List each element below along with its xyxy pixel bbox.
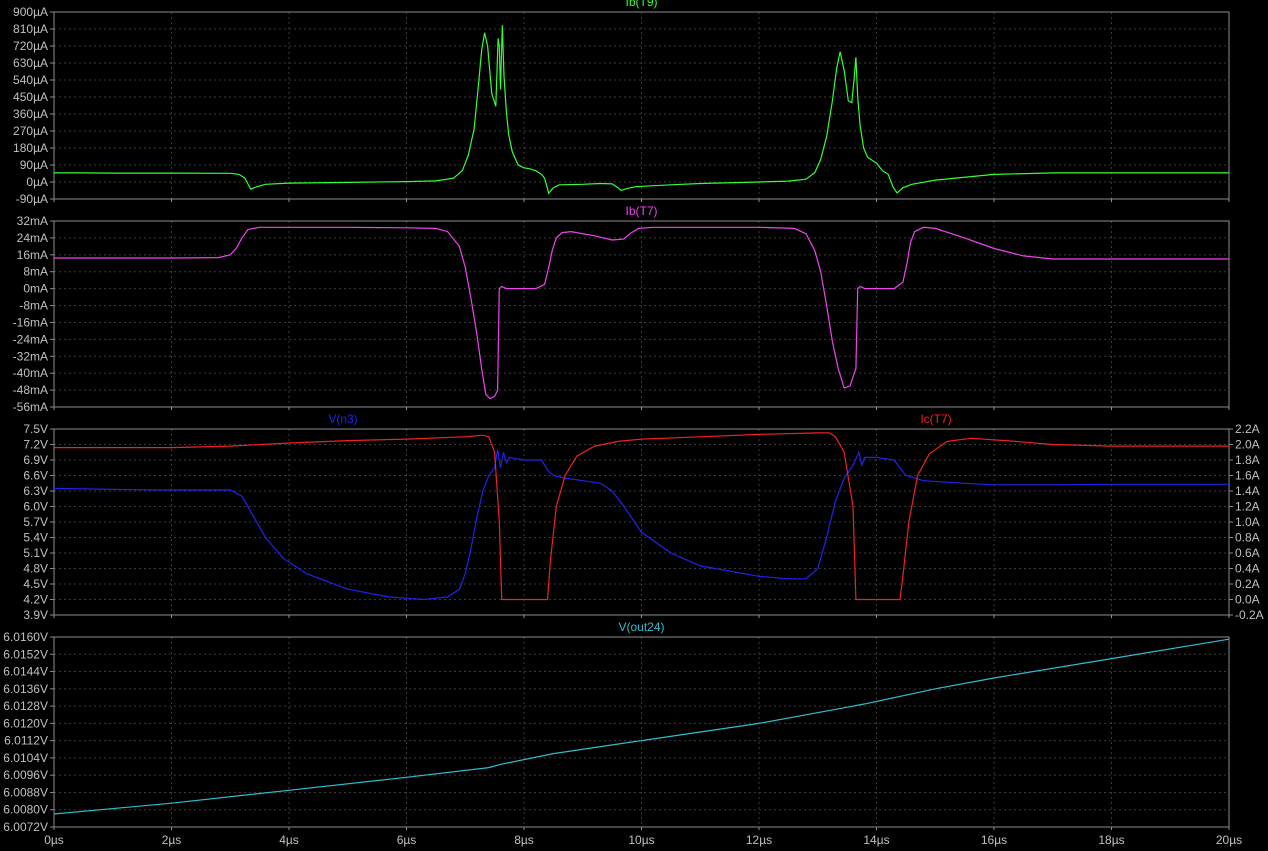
y-tick-label: 90µA (20, 158, 48, 172)
y-tick-label: -48mA (13, 383, 48, 397)
y-tick-label: 900µA (13, 5, 48, 19)
y2-tick-label: 1.8A (1235, 453, 1260, 467)
y-tick-label: 6.0104V (3, 751, 48, 765)
y-tick-label: 24mA (17, 231, 48, 245)
y-tick-label: -56mA (13, 400, 48, 414)
y-tick-label: -90µA (16, 192, 48, 206)
y-tick-label: 5.1V (23, 546, 48, 560)
y-tick-label: 8mA (23, 265, 48, 279)
y-tick-label: -8mA (19, 299, 48, 313)
y-tick-label: 360µA (13, 107, 48, 121)
y-tick-label: 810µA (13, 22, 48, 36)
y-tick-label: 0µA (26, 175, 48, 189)
x-tick-label: 12µs (746, 833, 772, 847)
y2-tick-label: 1.2A (1235, 500, 1260, 514)
waveform-viewer[interactable]: -90µA 0µA 90µA 180µA 270µA 360µA 450µA 540µA 630… (0, 0, 1268, 851)
y-tick-label: -16mA (13, 315, 48, 329)
y-tick-label: -32mA (13, 349, 48, 363)
x-tick-label: 0µs (44, 833, 64, 847)
y-tick-label: 6.0144V (3, 665, 48, 679)
y2-tick-label: 2.2A (1235, 422, 1260, 436)
x-tick-label: 4µs (279, 833, 299, 847)
y-tick-label: 6.3V (23, 484, 48, 498)
y-tick-label: 6.9V (23, 453, 48, 467)
y-tick-label: 6.0112V (4, 734, 48, 748)
y-tick-label: 630µA (13, 56, 48, 70)
trace-title[interactable]: V(out24) (618, 620, 664, 634)
y-tick-label: 270µA (13, 124, 48, 138)
y-tick-label: 6.0152V (3, 647, 48, 661)
x-tick-label: 14µs (863, 833, 889, 847)
y-tick-label: 180µA (13, 141, 48, 155)
y2-tick-label: 0.2A (1235, 577, 1260, 591)
y-tick-label: 5.4V (23, 531, 48, 545)
y-tick-label: 720µA (13, 39, 48, 53)
x-tick-label: 6µs (397, 833, 417, 847)
trace-title[interactable]: Ib(T9) (625, 0, 657, 9)
y-tick-label: -24mA (13, 332, 48, 346)
y-tick-label: 0mA (23, 282, 48, 296)
x-tick-label: 18µs (1098, 833, 1124, 847)
trace-title[interactable]: V(n3) (328, 412, 357, 426)
y-tick-label: 16mA (17, 248, 48, 262)
y2-tick-label: 0.0A (1235, 593, 1260, 607)
y-tick-label: 7.5V (23, 422, 48, 436)
x-tick-label: 10µs (628, 833, 654, 847)
y-tick-label: 540µA (13, 73, 48, 87)
y-tick-label: 5.7V (23, 515, 48, 529)
trace-title[interactable]: Ib(T7) (625, 204, 657, 218)
y2-tick-label: 1.0A (1235, 515, 1260, 529)
x-tick-label: 8µs (514, 833, 534, 847)
y-tick-label: 6.0160V (3, 630, 48, 644)
y2-tick-label: 0.4A (1235, 562, 1260, 576)
trace-title[interactable]: Ic(T7) (920, 412, 951, 426)
y2-tick-label: -0.2A (1235, 608, 1264, 622)
y-tick-label: 4.5V (23, 577, 48, 591)
y2-tick-label: 2.0A (1235, 438, 1260, 452)
y2-tick-label: 0.8A (1235, 531, 1260, 545)
y-tick-label: 6.0072V (3, 820, 48, 834)
y-tick-label: 6.0088V (3, 785, 48, 799)
y-tick-label: 6.0120V (3, 716, 48, 730)
y-tick-label: 6.0096V (3, 768, 48, 782)
y-tick-label: 6.0080V (3, 803, 48, 817)
y-tick-label: 32mA (17, 214, 48, 228)
y2-tick-label: 1.4A (1235, 484, 1260, 498)
y-tick-label: 6.0136V (3, 682, 48, 696)
y-tick-label: 6.0128V (3, 699, 48, 713)
y-tick-label: 4.2V (23, 593, 48, 607)
y-tick-label: 6.0V (23, 500, 48, 514)
y2-tick-label: 1.6A (1235, 469, 1260, 483)
y-tick-label: 4.8V (23, 562, 48, 576)
y-tick-label: 7.2V (23, 438, 48, 452)
y-tick-label: 3.9V (23, 608, 48, 622)
x-tick-label: 2µs (162, 833, 182, 847)
y2-tick-label: 0.6A (1235, 546, 1260, 560)
x-tick-label: 16µs (981, 833, 1007, 847)
y-tick-label: -40mA (13, 366, 48, 380)
y-tick-label: 6.6V (23, 469, 48, 483)
x-tick-label: 20µs (1216, 833, 1242, 847)
y-tick-label: 450µA (13, 90, 48, 104)
